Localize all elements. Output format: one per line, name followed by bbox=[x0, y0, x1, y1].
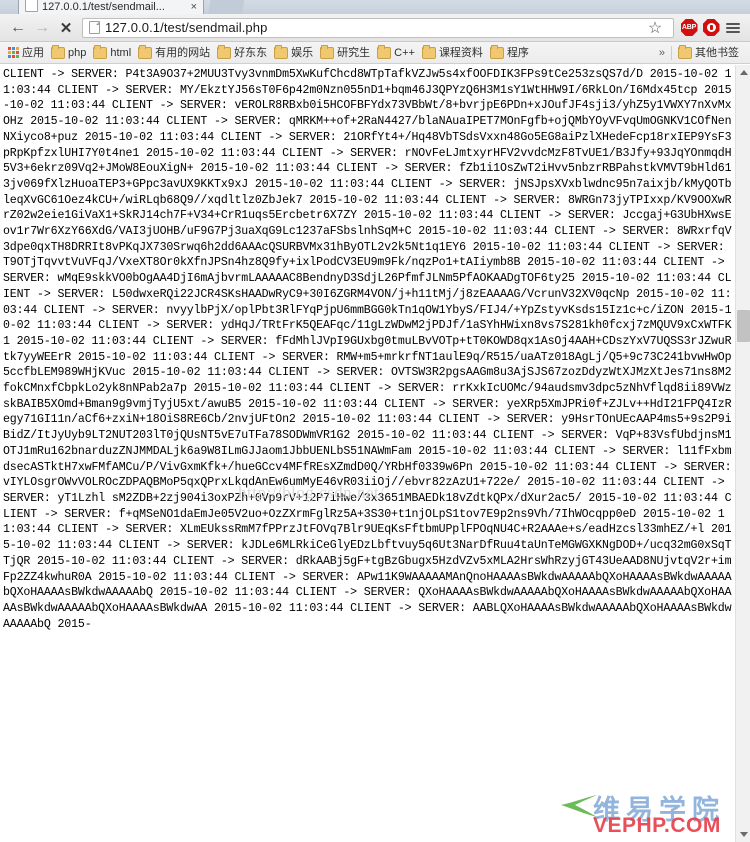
adblock-badge: ABP bbox=[680, 19, 698, 36]
menu-icon[interactable] bbox=[722, 17, 744, 39]
scrollbar-thumb[interactable] bbox=[737, 310, 750, 342]
page-content: CLIENT -> SERVER: P4t3A9O37+2MUU3Tvy3vnm… bbox=[0, 65, 750, 842]
bookmark-item[interactable]: 娱乐 bbox=[274, 44, 314, 59]
url-text[interactable]: 127.0.0.1/test/sendmail.php bbox=[105, 20, 267, 35]
scroll-down-button[interactable] bbox=[736, 827, 750, 842]
back-icon[interactable]: ← bbox=[6, 16, 30, 40]
folder-icon bbox=[93, 44, 108, 59]
forward-icon[interactable]: → bbox=[30, 16, 54, 40]
bookmark-label: 有用的网站 bbox=[155, 46, 211, 59]
bookmark-item[interactable]: 课程资料 bbox=[421, 44, 483, 59]
hamburger-shape bbox=[726, 21, 740, 35]
close-icon[interactable]: × bbox=[191, 1, 197, 14]
folder-icon bbox=[217, 44, 232, 59]
folder-icon bbox=[51, 44, 65, 59]
bookmark-apps[interactable]: 应用 bbox=[4, 47, 44, 59]
browser-window: 127.0.0.1/test/sendmail... × ← → ✕ 127.0… bbox=[0, 0, 750, 842]
folder-icon bbox=[421, 44, 436, 59]
folder-icon bbox=[678, 44, 692, 59]
bookmark-label: html bbox=[110, 46, 132, 59]
chevron-up-icon bbox=[739, 70, 748, 75]
bookmark-item[interactable]: php bbox=[51, 44, 87, 59]
bookmark-label: 娱乐 bbox=[291, 46, 314, 59]
smtp-log-text: CLIENT -> SERVER: P4t3A9O37+2MUU3Tvy3vnm… bbox=[3, 68, 732, 631]
page-favicon-icon bbox=[25, 0, 38, 12]
bookmarks-overflow-icon[interactable]: » bbox=[659, 47, 665, 59]
bookmark-item[interactable]: C++ bbox=[377, 44, 415, 59]
bookmark-label: 研究生 bbox=[337, 46, 371, 59]
browser-tab[interactable]: 127.0.0.1/test/sendmail... × bbox=[18, 0, 204, 14]
octagon-shape bbox=[702, 19, 720, 36]
address-bar[interactable]: 127.0.0.1/test/sendmail.php ☆ bbox=[82, 16, 674, 40]
folder-icon bbox=[377, 44, 392, 59]
folder-icon bbox=[320, 44, 335, 59]
bookmark-item[interactable]: html bbox=[93, 44, 132, 59]
tab-strip: 127.0.0.1/test/sendmail... × bbox=[0, 0, 750, 14]
apps-grid-icon bbox=[8, 47, 19, 58]
bookmark-item[interactable]: 有用的网站 bbox=[138, 44, 211, 59]
bookmark-label: php bbox=[68, 46, 87, 59]
vertical-scrollbar[interactable] bbox=[735, 65, 750, 842]
bookmark-item[interactable]: 研究生 bbox=[320, 44, 371, 59]
bookmarks-divider bbox=[671, 45, 672, 60]
bookmark-other-bookmarks[interactable]: 其他书签 bbox=[678, 44, 739, 59]
bookmark-label: 课程资料 bbox=[438, 46, 483, 59]
smtp-log-pane: CLIENT -> SERVER: P4t3A9O37+2MUU3Tvy3vnm… bbox=[0, 65, 735, 842]
bookmark-label: 好东东 bbox=[234, 46, 268, 59]
scroll-up-button[interactable] bbox=[736, 65, 750, 80]
new-tab-button[interactable] bbox=[208, 0, 246, 14]
bookmark-label: 其他书签 bbox=[695, 46, 739, 59]
stop-extension-icon[interactable] bbox=[700, 17, 722, 39]
bookmark-label: C++ bbox=[394, 46, 415, 59]
bookmark-star-icon[interactable]: ☆ bbox=[643, 16, 667, 40]
folder-icon bbox=[274, 44, 289, 59]
adblock-plus-icon[interactable]: ABP bbox=[678, 17, 700, 39]
tab-title: 127.0.0.1/test/sendmail... bbox=[42, 1, 165, 13]
navigation-toolbar: ← → ✕ 127.0.0.1/test/sendmail.php ☆ ABP bbox=[0, 14, 750, 42]
bookmarks-bar: 应用 php html 有用的网站 好东东 娱乐 研究生 C++ 课程资料 程序… bbox=[0, 42, 750, 64]
page-info-icon bbox=[89, 21, 100, 34]
bookmark-item[interactable]: 好东东 bbox=[217, 44, 268, 59]
bookmark-label: 应用 bbox=[22, 46, 44, 59]
bookmark-label: 程序 bbox=[506, 46, 529, 59]
chevron-down-icon bbox=[739, 832, 748, 837]
stop-icon[interactable]: ✕ bbox=[54, 16, 78, 40]
folder-icon bbox=[489, 44, 504, 59]
bookmark-item[interactable]: 程序 bbox=[489, 44, 529, 59]
folder-icon bbox=[138, 44, 153, 59]
